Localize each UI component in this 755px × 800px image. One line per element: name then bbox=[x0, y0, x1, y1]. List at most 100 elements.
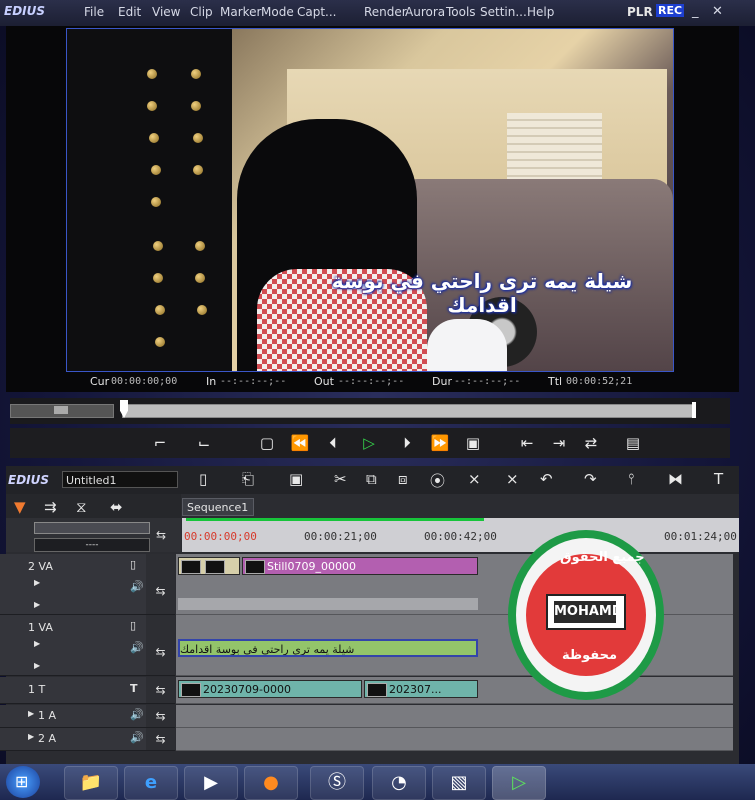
taskbar-media-player[interactable]: ▶ bbox=[184, 766, 238, 800]
clip-still0709[interactable]: Still0709_00000 bbox=[242, 557, 478, 575]
minimize-button[interactable]: _ bbox=[692, 4, 699, 19]
video-mute-icon[interactable]: ▯ bbox=[130, 619, 136, 632]
track-header-2a[interactable]: ▶ 2 A 🔊 bbox=[0, 728, 146, 751]
play-icon[interactable]: ▷ bbox=[358, 432, 380, 454]
taskbar-gauge-app[interactable]: ◔ bbox=[372, 766, 426, 800]
overwrite-icon[interactable]: ⇥ bbox=[546, 432, 572, 454]
zoom-dropdown[interactable]: ---- bbox=[34, 538, 150, 552]
taskbar-app-window[interactable]: ▧ bbox=[432, 766, 486, 800]
new-icon[interactable]: ▯ bbox=[199, 470, 207, 488]
undo-icon[interactable]: ↶ bbox=[540, 470, 553, 488]
menu-capture[interactable]: Capt... bbox=[297, 5, 337, 19]
position-slider[interactable] bbox=[122, 404, 696, 418]
set-in-icon[interactable]: ⌐ bbox=[150, 432, 170, 454]
menu-edit[interactable]: Edit bbox=[118, 5, 141, 19]
gauge-icon: ◔ bbox=[391, 772, 407, 793]
clip-title-1[interactable]: 20230709-0000 bbox=[178, 680, 362, 698]
timeline-ruler[interactable]: 00:00:00;00 00:00:21;00 00:00:42;00 00:0… bbox=[182, 518, 739, 552]
track-header-1va[interactable]: 1 VA ▯ 🔊 ▶ ▶ bbox=[0, 615, 146, 676]
save-icon[interactable]: ▣ bbox=[289, 470, 303, 488]
expand-arrow-icon[interactable]: ▶ bbox=[34, 578, 40, 587]
track-patch-1t[interactable]: ⇆ bbox=[146, 677, 175, 704]
cut-icon[interactable]: ✂ bbox=[334, 470, 347, 488]
track-name: 1 A bbox=[38, 709, 57, 722]
replace-icon[interactable]: ⇄ bbox=[578, 432, 604, 454]
audio-waveform-bar[interactable] bbox=[178, 598, 478, 610]
track-header-2va[interactable]: 2 VA ▯ 🔊 ▶ ▶ bbox=[0, 554, 146, 615]
taskbar-edius[interactable]: ▷ bbox=[492, 766, 546, 800]
track-patch-2va[interactable]: ⇆ bbox=[146, 554, 175, 615]
set-out-icon[interactable]: ⌙ bbox=[194, 432, 214, 454]
audio-speaker-icon[interactable]: 🔊 bbox=[130, 731, 144, 744]
fast-forward-icon[interactable]: ⏩ bbox=[426, 432, 454, 454]
track-area-1t[interactable]: 20230709-0000 202307... bbox=[176, 677, 733, 704]
track-area-1a[interactable] bbox=[176, 705, 733, 728]
close-button[interactable]: ✕ bbox=[712, 4, 723, 19]
snap-icon[interactable]: ⇉ bbox=[44, 498, 57, 516]
taskbar-explorer[interactable]: 📁 bbox=[64, 766, 118, 800]
step-back-icon[interactable]: ⏴ bbox=[322, 432, 344, 454]
marker-icon[interactable]: ⫯ bbox=[628, 470, 635, 488]
start-button[interactable]: ⊞ bbox=[6, 766, 40, 798]
shuttle-handle[interactable] bbox=[54, 406, 68, 414]
stop-icon[interactable]: ▢ bbox=[256, 432, 278, 454]
menu-file[interactable]: File bbox=[84, 5, 104, 19]
mode-icon[interactable]: ⧖ bbox=[76, 498, 87, 516]
ripple-delete-icon[interactable]: ⨯ bbox=[506, 470, 519, 488]
clip-thumbnail-strip[interactable] bbox=[178, 557, 240, 575]
expand-arrow-icon[interactable]: ▶ bbox=[34, 600, 40, 609]
taskbar-app-s[interactable]: Ⓢ bbox=[310, 766, 364, 800]
expand-arrow-icon[interactable]: ▶ bbox=[28, 709, 34, 718]
insert-icon[interactable]: ⇤ bbox=[514, 432, 540, 454]
render-icon[interactable]: ⧓ bbox=[668, 470, 683, 488]
step-forward-icon[interactable]: ⏵ bbox=[396, 432, 418, 454]
text-icon[interactable]: T bbox=[714, 470, 723, 488]
clip-title-2[interactable]: 202307... bbox=[364, 680, 478, 698]
menu-clip[interactable]: Clip bbox=[190, 5, 213, 19]
plr-indicator[interactable]: PLR bbox=[627, 5, 653, 19]
link-icon[interactable]: ⦿ bbox=[430, 470, 445, 491]
export-icon[interactable]: ▤ bbox=[620, 432, 646, 454]
track-header-1t[interactable]: 1 T T bbox=[0, 677, 146, 704]
menu-marker[interactable]: Marker bbox=[220, 5, 261, 19]
rewind-icon[interactable]: ⏪ bbox=[286, 432, 314, 454]
menu-tools[interactable]: Tools bbox=[446, 5, 476, 19]
audio-speaker-icon[interactable]: 🔊 bbox=[130, 708, 144, 721]
swap-icon[interactable]: ⇆ bbox=[156, 528, 166, 542]
audio-speaker-icon[interactable]: 🔊 bbox=[130, 641, 144, 654]
menu-mode[interactable]: Mode bbox=[261, 5, 294, 19]
menu-render[interactable]: Render bbox=[364, 5, 407, 19]
rec-indicator[interactable]: REC bbox=[656, 4, 685, 17]
copy-icon[interactable]: ⧉ bbox=[366, 470, 377, 488]
open-icon[interactable]: ⎗ bbox=[242, 470, 254, 488]
menu-view[interactable]: View bbox=[152, 5, 180, 19]
track-patch-1va[interactable]: ⇆ bbox=[146, 615, 175, 676]
expand-arrow-icon[interactable]: ▶ bbox=[28, 732, 34, 741]
paste-icon[interactable]: ⧈ bbox=[398, 470, 408, 488]
group-icon[interactable]: ⬌ bbox=[110, 498, 123, 516]
taskbar-firefox[interactable]: ● bbox=[244, 766, 298, 800]
patch-icon: ⇆ bbox=[155, 645, 166, 659]
loop-icon[interactable]: ▣ bbox=[462, 432, 484, 454]
zoom-slider[interactable] bbox=[34, 522, 150, 534]
menu-help[interactable]: Help bbox=[527, 5, 554, 19]
track-patch-2a[interactable]: ⇆ bbox=[146, 728, 175, 751]
taskbar-ie[interactable]: e bbox=[124, 766, 178, 800]
track-area-2a[interactable] bbox=[176, 728, 733, 751]
delete-icon[interactable]: ⨯ bbox=[468, 470, 481, 488]
menu-aurora[interactable]: Aurora bbox=[405, 5, 445, 19]
expand-arrow-icon[interactable]: ▶ bbox=[34, 661, 40, 670]
video-garage-door bbox=[507, 113, 602, 183]
menu-settings[interactable]: Settin... bbox=[480, 5, 527, 19]
track-header-1a[interactable]: ▶ 1 A 🔊 bbox=[0, 705, 146, 728]
audio-speaker-icon[interactable]: 🔊 bbox=[130, 580, 144, 593]
title-bar: EDIUS File Edit View Clip Marker Mode Ca… bbox=[0, 0, 755, 26]
sync-lock-icon[interactable]: ▼ bbox=[14, 498, 26, 516]
video-mute-icon[interactable]: ▯ bbox=[130, 558, 136, 571]
clip-title-subtitle[interactable]: شيلة يمه ترى راحتي في بوسة اقدامك bbox=[178, 639, 478, 657]
project-name-field[interactable]: Untitled1 bbox=[62, 471, 178, 488]
redo-icon[interactable]: ↷ bbox=[584, 470, 597, 488]
track-patch-1a[interactable]: ⇆ bbox=[146, 705, 175, 728]
expand-arrow-icon[interactable]: ▶ bbox=[34, 639, 40, 648]
tab-sequence1[interactable]: Sequence1 bbox=[182, 498, 254, 516]
